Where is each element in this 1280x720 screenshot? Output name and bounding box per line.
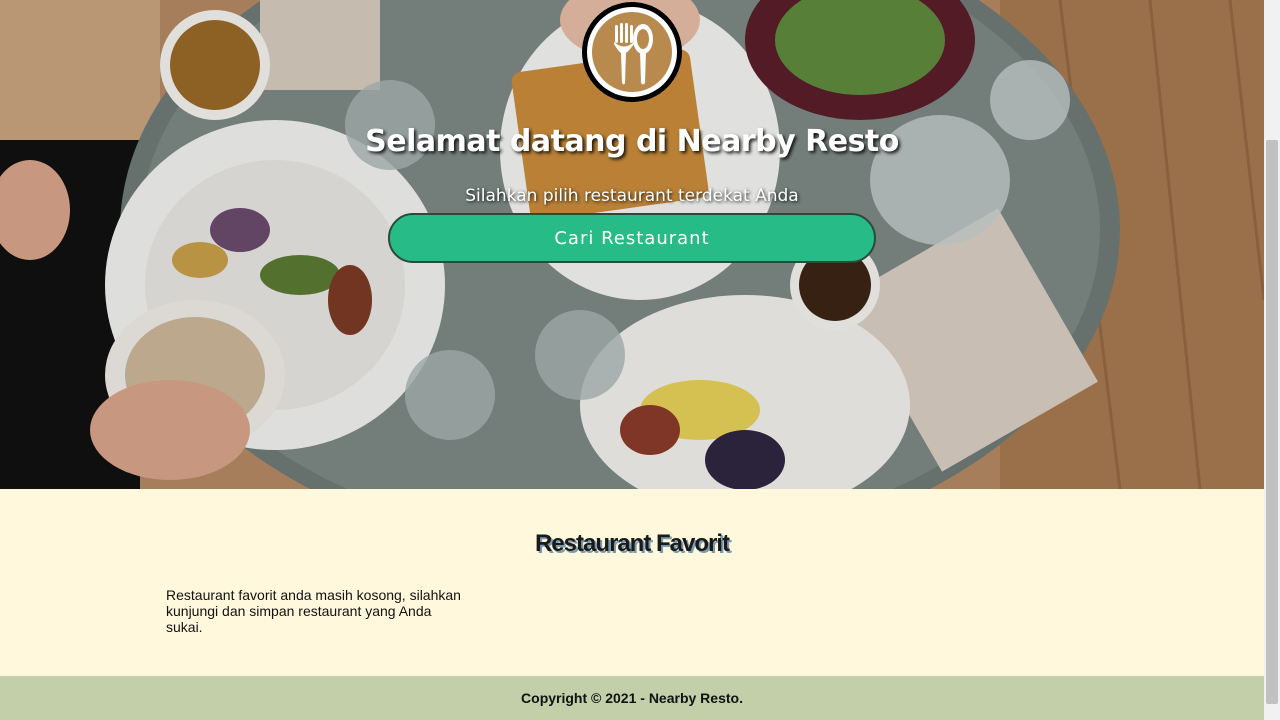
scrollbar-thumb[interactable] bbox=[1266, 140, 1278, 704]
hero-subtitle: Silahkan pilih restaurant terdekat Anda bbox=[465, 186, 799, 206]
favorites-empty-message: Restaurant favorit anda masih kosong, si… bbox=[166, 587, 461, 635]
footer: Copyright © 2021 - Nearby Resto. bbox=[0, 676, 1264, 720]
search-restaurant-button[interactable]: Cari Restaurant bbox=[388, 213, 876, 263]
fork-spoon-icon bbox=[592, 12, 672, 92]
brand-logo bbox=[582, 2, 682, 102]
hero-title: Selamat datang di Nearby Resto bbox=[365, 124, 899, 159]
favorites-title: Restaurant Favorit bbox=[534, 530, 730, 557]
copyright-text: Copyright © 2021 - Nearby Resto. bbox=[521, 690, 743, 706]
hero-section: Selamat datang di Nearby Resto Silahkan … bbox=[0, 0, 1264, 489]
